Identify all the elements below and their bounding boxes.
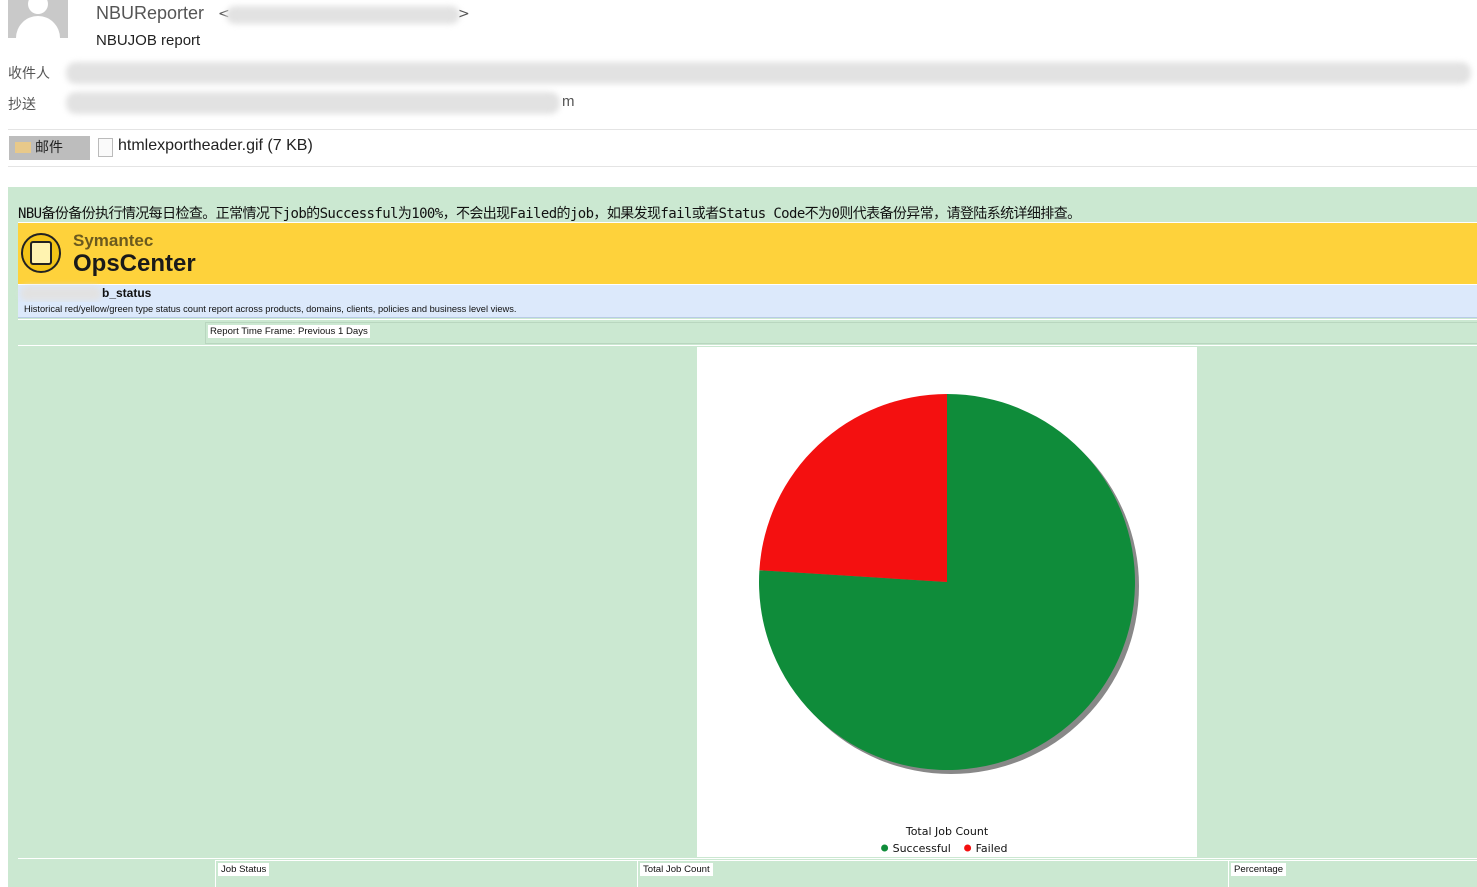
opscenter-logo-icon bbox=[21, 233, 61, 273]
sender-avatar[interactable] bbox=[8, 0, 68, 38]
brand-symantec: Symantec bbox=[73, 231, 154, 250]
report-title: b_status bbox=[102, 286, 152, 300]
opscenter-banner: Symantec OpsCenter bbox=[18, 222, 1477, 285]
time-frame-row: Report Time Frame: Previous 1 Days bbox=[18, 319, 1477, 346]
pie-slice-failed bbox=[759, 394, 947, 582]
envelope-icon bbox=[15, 142, 31, 153]
time-frame-cell: Report Time Frame: Previous 1 Days bbox=[205, 322, 1477, 344]
table-header-percentage: Percentage bbox=[1228, 860, 1477, 887]
avatar-head-shape bbox=[28, 0, 48, 14]
results-table-header: Job Status Total Job Count Percentage bbox=[18, 859, 1477, 887]
redacted-sender-address bbox=[226, 6, 460, 24]
report-description-bar: Historical red/yellow/green type status … bbox=[18, 302, 1477, 318]
attachment-divider bbox=[8, 166, 1477, 167]
intro-text: NBU备份备份执行情况每日检查。正常情况下job的Successful为100%… bbox=[18, 206, 1081, 222]
table-header-total-job-count: Total Job Count bbox=[637, 860, 1228, 887]
logo-document-shape bbox=[30, 241, 52, 265]
table-header-label: Total Job Count bbox=[640, 863, 713, 876]
file-icon bbox=[98, 138, 113, 157]
legend-marker-failed bbox=[964, 844, 972, 852]
sender-name[interactable]: NBUReporter bbox=[96, 3, 204, 24]
sender-address-close: > bbox=[458, 6, 470, 22]
to-label: 收件人 bbox=[8, 66, 50, 82]
pie-chart: Total Job Count Successful Failed bbox=[759, 394, 1139, 855]
chart-row: Total Job Count Successful Failed bbox=[18, 345, 1477, 859]
time-frame-text: Report Time Frame: Previous 1 Days bbox=[208, 325, 370, 338]
redacted-report-name bbox=[20, 286, 102, 301]
table-header-label: Percentage bbox=[1231, 863, 1287, 876]
avatar-shoulders-shape bbox=[16, 16, 60, 38]
report-title-bar: b_status bbox=[18, 285, 1477, 302]
report-description: Historical red/yellow/green type status … bbox=[24, 304, 517, 314]
legend-label-failed: Failed bbox=[976, 842, 1008, 855]
header-divider bbox=[8, 129, 1477, 130]
legend-marker-successful bbox=[881, 844, 889, 852]
mail-tab[interactable]: 邮件 bbox=[9, 136, 90, 160]
cc-label: 抄送 bbox=[8, 97, 36, 113]
legend-label-successful: Successful bbox=[893, 842, 951, 855]
table-header-job-status: Job Status bbox=[215, 860, 637, 887]
cc-recipient-tail: m bbox=[562, 93, 575, 110]
attachment-link[interactable]: htmlexportheader.gif (7 KB) bbox=[118, 137, 313, 155]
brand-opscenter: OpsCenter bbox=[73, 250, 196, 277]
redacted-to-recipients bbox=[66, 62, 1471, 84]
pie-chart-panel: Total Job Count Successful Failed bbox=[697, 347, 1197, 857]
redacted-cc-recipients bbox=[66, 92, 560, 114]
table-header-label: Job Status bbox=[218, 863, 270, 876]
mail-tab-label: 邮件 bbox=[35, 140, 63, 156]
email-subject: NBUJOB report bbox=[96, 32, 201, 49]
chart-title: Total Job Count bbox=[905, 825, 989, 838]
